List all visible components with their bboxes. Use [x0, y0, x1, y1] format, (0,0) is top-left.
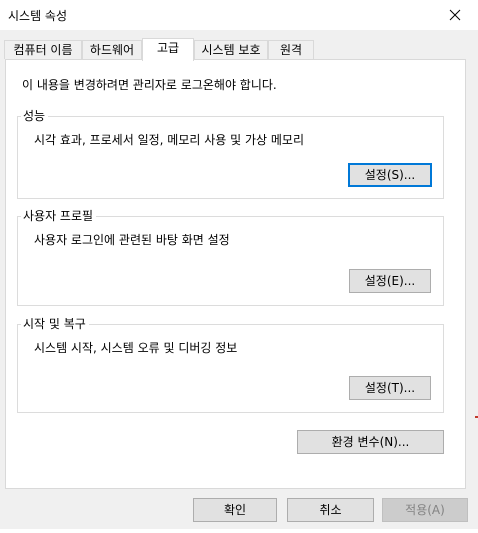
system-properties-dialog: 시스템 속성 컴퓨터 이름 하드웨어 고급 시스템 보호 원격 이 내용을 변경… — [0, 0, 478, 533]
close-button[interactable] — [432, 0, 478, 30]
tab-advanced[interactable]: 고급 — [142, 38, 194, 61]
startup-recovery-settings-button[interactable]: 설정(T)... — [349, 376, 431, 400]
startup-recovery-description: 시스템 시작, 시스템 오류 및 디버깅 정보 — [34, 341, 238, 355]
user-profiles-group-label: 사용자 프로필 — [21, 208, 97, 224]
environment-variables-button[interactable]: 환경 변수(N)... — [297, 430, 444, 454]
user-profiles-settings-button[interactable]: 설정(E)... — [349, 269, 431, 293]
cancel-button[interactable]: 취소 — [287, 498, 374, 522]
window-bottom-edge — [0, 529, 478, 533]
ok-button[interactable]: 확인 — [193, 498, 277, 522]
startup-recovery-group: 시작 및 복구 시스템 시작, 시스템 오류 및 디버깅 정보 설정(T)... — [17, 316, 444, 413]
title-bar: 시스템 속성 — [0, 0, 478, 30]
startup-recovery-group-label: 시작 및 복구 — [21, 316, 89, 332]
close-icon — [449, 9, 461, 21]
performance-group-label: 성능 — [21, 108, 49, 124]
tab-remote[interactable]: 원격 — [268, 40, 314, 59]
performance-description: 시각 효과, 프로세서 일정, 메모리 사용 및 가상 메모리 — [34, 133, 304, 147]
user-profiles-description: 사용자 로그인에 관련된 바탕 화면 설정 — [34, 233, 230, 247]
window-title: 시스템 속성 — [8, 9, 68, 23]
performance-settings-button[interactable]: 설정(S)... — [348, 163, 432, 187]
admin-notice: 이 내용을 변경하려면 관리자로 로그온해야 합니다. — [22, 78, 277, 92]
performance-group: 성능 시각 효과, 프로세서 일정, 메모리 사용 및 가상 메모리 설정(S)… — [17, 108, 444, 199]
tab-computer-name[interactable]: 컴퓨터 이름 — [4, 40, 82, 59]
tab-hardware[interactable]: 하드웨어 — [82, 40, 142, 59]
apply-button[interactable]: 적용(A) — [382, 498, 468, 522]
user-profiles-group: 사용자 프로필 사용자 로그인에 관련된 바탕 화면 설정 설정(E)... — [17, 208, 444, 306]
tab-system-protection[interactable]: 시스템 보호 — [194, 40, 268, 59]
